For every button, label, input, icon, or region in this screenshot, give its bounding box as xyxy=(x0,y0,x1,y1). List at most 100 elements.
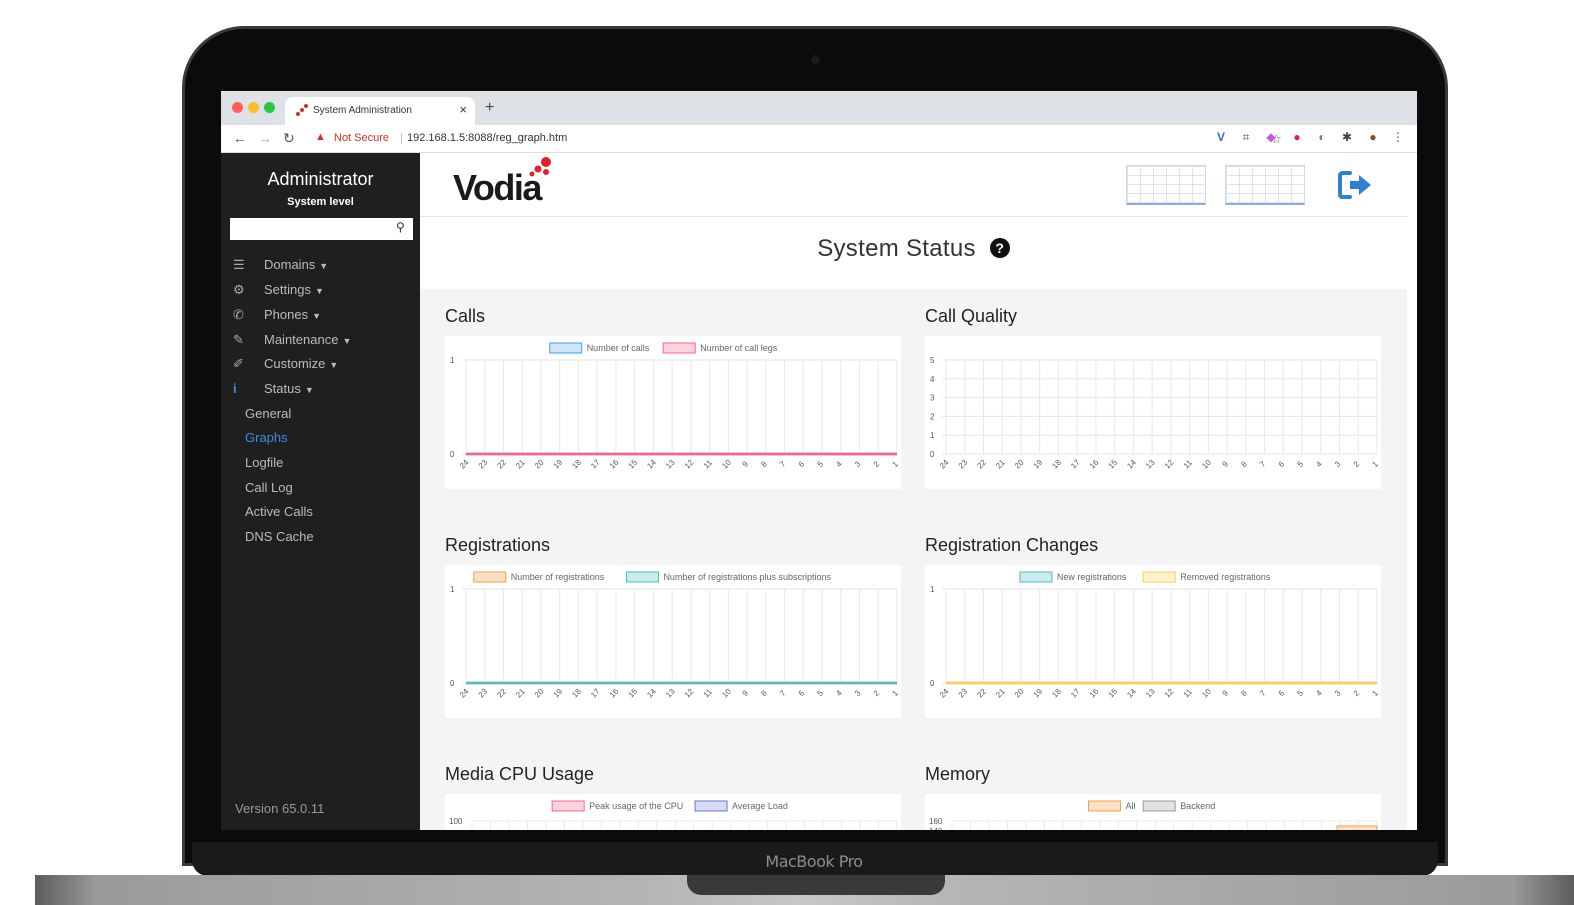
url-field[interactable]: ▲ Not Secure | 192.168.1.5:8088/reg_grap… xyxy=(309,128,1339,150)
chart-svg: New registrations Removed registrations 0 1… xyxy=(930,571,1380,700)
x-tick-label: 1 xyxy=(1370,688,1380,698)
sidebar-item-settings[interactable]: ⚙ Settings ▼ xyxy=(233,282,324,302)
laptop-notch xyxy=(687,875,945,895)
profile-icon[interactable]: ● xyxy=(1366,130,1380,144)
x-tick-label: 19 xyxy=(1032,458,1045,471)
legend-swatch-peak-usage-of-the-cpu xyxy=(551,800,585,812)
sidebar-title: Administrator xyxy=(267,169,374,189)
sidebar-item-customize[interactable]: ✐ Customize ▼ xyxy=(233,356,338,376)
chart-title-call-quality: Call Quality xyxy=(925,306,1018,326)
puzzle-icon[interactable]: ✱ xyxy=(1340,130,1354,144)
legend-label-removed-registrations: Removed registrations xyxy=(1180,572,1271,582)
x-tick-label: 10 xyxy=(720,458,733,471)
chart-svg: All Backend 160140 xyxy=(929,800,1378,830)
vimium-icon[interactable]: V xyxy=(1214,130,1228,144)
logout-icon[interactable] xyxy=(1338,169,1374,201)
search-input[interactable] xyxy=(230,218,413,240)
caret-down-icon: ▼ xyxy=(304,385,314,395)
x-tick-label: 3 xyxy=(1333,688,1343,698)
screenshot-icon[interactable]: ⌗ xyxy=(1239,130,1253,145)
x-tick-label: 1 xyxy=(890,688,900,698)
reload-icon[interactable]: ↻ xyxy=(283,130,295,147)
sidebar-subtitle: System level xyxy=(287,196,354,208)
search-icon[interactable]: ⚲ xyxy=(396,220,405,234)
help-icon[interactable]: ? xyxy=(989,238,1010,258)
x-tick-label: 23 xyxy=(957,458,970,471)
screen: System Administration × + ← → ↻ ▲ Not Se… xyxy=(221,91,1417,830)
legend-swatch-all xyxy=(1088,800,1121,812)
forward-icon[interactable]: → xyxy=(258,130,272,146)
sidebar-subitem-logfile[interactable]: Logfile xyxy=(245,455,283,470)
x-tick-label: 4 xyxy=(1314,688,1324,698)
sidebar-subitem-active-calls[interactable]: Active Calls xyxy=(245,504,313,519)
sidebar-subitem-dns-cache[interactable]: DNS Cache xyxy=(245,529,314,544)
x-tick-label: 4 xyxy=(834,688,844,698)
x-tick-label: 14 xyxy=(645,687,658,700)
chart-title-registrations: Registrations xyxy=(445,535,551,555)
legend-swatch-new-registrations xyxy=(1019,571,1053,583)
sidebar: Administrator System level ⚲ ☰ Domains ▼ ⚙… xyxy=(221,153,420,830)
legend-label-all: All xyxy=(1126,801,1136,811)
new-tab-button[interactable]: + xyxy=(485,99,494,117)
chart-calls: Number of calls Number of call legs 0 1 24 23… xyxy=(445,336,901,489)
camera-icon xyxy=(811,55,820,64)
y-tick-label: 2 xyxy=(930,412,935,421)
legend-swatch-average-load xyxy=(694,800,728,812)
x-tick-label: 9 xyxy=(741,459,751,469)
x-tick-label: 5 xyxy=(1296,688,1306,698)
x-tick-label: 17 xyxy=(1069,458,1082,471)
x-tick-label: 3 xyxy=(1333,459,1343,469)
sidebar-item-phones[interactable]: ✆ Phones ▼ xyxy=(233,307,321,327)
x-tick-label: 13 xyxy=(1144,458,1157,471)
back-icon[interactable]: ← xyxy=(233,130,247,146)
x-tick-label: 3 xyxy=(853,459,863,469)
sidebar-subitem-general[interactable]: General xyxy=(245,406,291,421)
grid-view-button[interactable] xyxy=(1126,165,1206,205)
legend-swatch-backend xyxy=(1142,800,1176,812)
browser-tab[interactable]: System Administration × xyxy=(285,97,475,125)
x-tick-label: 17 xyxy=(1069,687,1082,700)
tab-close-icon[interactable]: × xyxy=(459,102,467,117)
sidebar-subitem-graphs[interactable]: Graphs xyxy=(245,430,288,445)
sidebar-item-domains[interactable]: ☰ Domains ▼ xyxy=(233,257,328,277)
x-tick-label: 10 xyxy=(1200,687,1213,700)
y-tick-label: 1 xyxy=(450,356,455,365)
legend-label-number-of-calls: Number of calls xyxy=(587,343,650,353)
adblock-icon[interactable]: ● xyxy=(1290,130,1304,144)
y-tick-label: 100 xyxy=(449,817,463,826)
chart-svg: 01234524 23 22 21 20 19 18 17 16 15 14 13 12 11 10 9 8 7 6… xyxy=(930,356,1380,471)
x-tick-label: 7 xyxy=(778,459,788,469)
sidebar-item-status[interactable]: i Status ▼ xyxy=(233,381,314,401)
chart-title-calls: Calls xyxy=(445,306,486,326)
sidebar-item-label: Domains xyxy=(264,257,316,272)
maximize-window-button[interactable] xyxy=(264,102,275,113)
minimize-window-button[interactable] xyxy=(248,102,259,113)
caret-down-icon: ▼ xyxy=(319,261,329,271)
x-tick-label: 17 xyxy=(589,458,602,471)
x-tick-label: 8 xyxy=(1239,459,1249,469)
x-tick-label: 18 xyxy=(1050,687,1063,700)
paint-icon[interactable]: ◆ xyxy=(1264,130,1278,144)
y-tick-label: 1 xyxy=(930,431,935,440)
sidebar-item-maintenance[interactable]: ✎ Maintenance ▼ xyxy=(233,332,351,352)
chart-registration-changes: New registrations Removed registrations 0 1… xyxy=(925,565,1381,718)
sidebar-item-label: Customize xyxy=(264,356,326,371)
x-tick-label: 8 xyxy=(759,459,769,469)
x-tick-label: 22 xyxy=(495,687,508,700)
page-title: System Status? xyxy=(420,235,1407,263)
legend-label-peak-usage-of-the-cpu: Peak usage of the CPU xyxy=(589,801,683,811)
grid-view-button[interactable] xyxy=(1225,165,1305,205)
sidebar-subitem-call-log[interactable]: Call Log xyxy=(245,480,293,495)
x-tick-label: 12 xyxy=(683,687,696,700)
x-tick-label: 10 xyxy=(720,687,733,700)
chart-title-registration-changes: Registration Changes xyxy=(925,535,1099,555)
caret-down-icon: ▼ xyxy=(329,360,339,370)
x-tick-label: 21 xyxy=(994,458,1007,471)
privacy-icon[interactable]: ◐ xyxy=(1315,130,1329,144)
close-window-button[interactable] xyxy=(232,102,243,113)
x-tick-label: 12 xyxy=(1163,458,1176,471)
x-tick-label: 16 xyxy=(608,458,621,471)
menu-icon[interactable]: ⋮ xyxy=(1391,130,1405,144)
x-tick-label: 11 xyxy=(702,687,715,700)
y-tick-label: 0 xyxy=(930,450,935,459)
